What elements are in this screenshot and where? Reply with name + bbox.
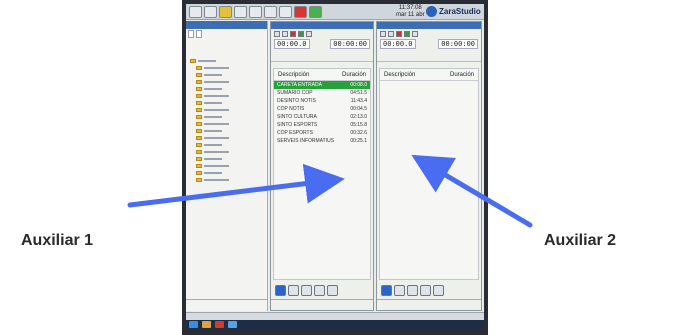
label-auxiliar-2: Auxiliar 2 — [544, 232, 617, 249]
arrow-auxiliar-2 — [411, 154, 533, 228]
label-auxiliar-1: Auxiliar 1 — [21, 232, 94, 249]
arrow-auxiliar-1 — [127, 163, 345, 208]
annotation-arrows — [127, 154, 533, 228]
